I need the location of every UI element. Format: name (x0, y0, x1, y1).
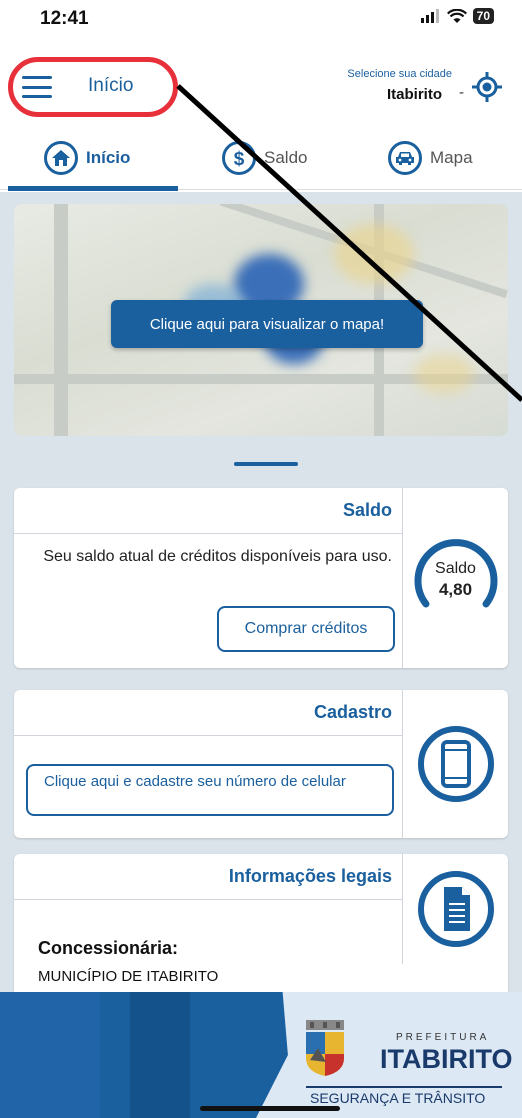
tab-indicator (8, 186, 178, 191)
legal-info-card: Informações legais Concessionária: MUNIC… (14, 854, 508, 1014)
saldo-card: Saldo Seu saldo atual de créditos dispon… (14, 488, 508, 668)
city-prompt[interactable]: Selecione sua cidade (347, 68, 452, 80)
tab-inicio-label: Início (86, 148, 131, 167)
footer-banner: PREFEITURA ITABIRITO SEGURANÇA E TRÂNSIT… (0, 992, 522, 1118)
home-indicator (200, 1106, 340, 1111)
svg-text:$: $ (234, 149, 245, 169)
cadastro-card: Cadastro Clique aqui e cadastre seu núme… (14, 690, 508, 838)
prefeitura-label: PREFEITURA (396, 1032, 490, 1043)
view-map-button[interactable]: Clique aqui para visualizar o mapa! (111, 300, 423, 348)
locate-icon[interactable] (472, 72, 502, 102)
concessionaire-value: MUNICÍPIO DE ITABIRITO (38, 968, 219, 985)
tab-mapa[interactable]: Mapa (388, 136, 473, 180)
annotation-highlight-ring (8, 57, 178, 117)
prefeitura-name: ITABIRITO (380, 1044, 513, 1074)
tab-bar: Início $ Saldo Mapa (0, 132, 522, 191)
drawer-handle[interactable] (234, 462, 298, 466)
legal-title: Informações legais (228, 866, 392, 886)
status-bar: 12:41 70 (0, 0, 522, 46)
gauge-label: Saldo (435, 560, 476, 577)
car-icon (388, 141, 422, 175)
city-crest-icon (306, 1020, 344, 1076)
status-icons: 70 (420, 8, 494, 24)
city-selector[interactable]: Itabirito (387, 86, 442, 103)
wifi-icon (446, 8, 467, 23)
tab-inicio[interactable]: Início (44, 136, 130, 180)
tab-saldo[interactable]: $ Saldo (222, 136, 307, 180)
map-preview[interactable]: Clique aqui para visualizar o mapa! (14, 204, 508, 436)
document-icon (417, 871, 494, 947)
signal-icon (420, 9, 439, 23)
gauge-ring-icon (414, 539, 497, 608)
dollar-icon: $ (222, 141, 256, 175)
balance-gauge: Saldo 4,80 (412, 534, 500, 622)
saldo-title: Saldo (342, 500, 392, 520)
balance-value: 4,80 (438, 580, 473, 599)
saldo-description: Seu saldo atual de créditos disponíveis … (43, 548, 392, 565)
tab-mapa-label: Mapa (430, 148, 473, 167)
register-phone-button[interactable]: Clique aqui e cadastre seu número de cel… (26, 764, 394, 816)
city-separator: - (459, 84, 464, 101)
tab-saldo-label: Saldo (264, 148, 308, 167)
concessionaire-label: Concessionária: (38, 938, 179, 958)
cadastro-title: Cadastro (313, 702, 392, 722)
main-content: Clique aqui para visualizar o mapa! Sald… (0, 192, 522, 1014)
home-icon (44, 141, 78, 175)
department-name: SEGURANÇA E TRÂNSITO (310, 1090, 486, 1106)
phone-icon (417, 726, 494, 802)
battery-icon: 70 (472, 8, 494, 24)
buy-credits-button[interactable]: Comprar créditos (217, 606, 395, 652)
status-time: 12:41 (40, 8, 89, 29)
